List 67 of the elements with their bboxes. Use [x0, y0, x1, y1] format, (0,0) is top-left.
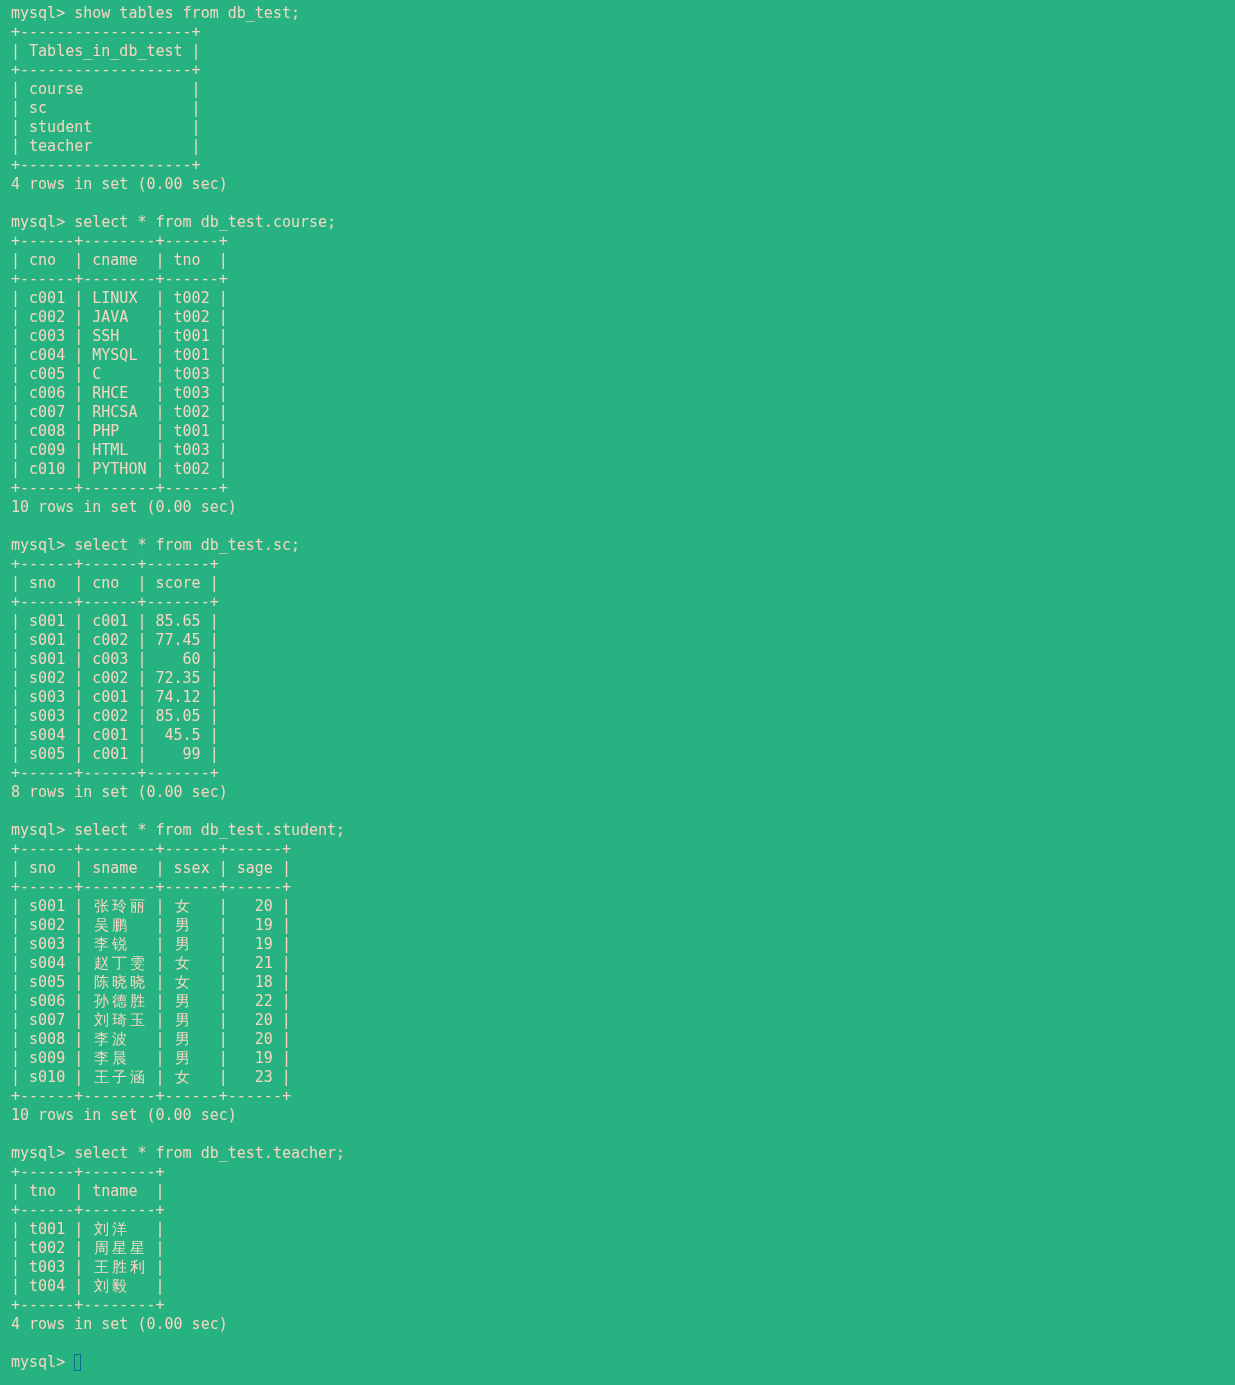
- output-line: | c005 | C | t003 |: [11, 365, 228, 384]
- output-line: | c006 | RHCE | t003 |: [11, 384, 228, 403]
- output-line: +------+--------+------+: [11, 270, 228, 289]
- output-line: +------+--------+: [11, 1296, 165, 1315]
- output-line: +------+--------+------+------+: [11, 878, 291, 897]
- output-line: | s001 | c001 | 85.65 |: [11, 612, 219, 631]
- output-line: 4 rows in set (0.00 sec): [11, 1315, 228, 1334]
- output-line: | s001 | c003 | 60 |: [11, 650, 219, 669]
- command-line: mysql> select * from db_test.course;: [11, 213, 337, 232]
- command-line: mysql> select * from db_test.sc;: [11, 536, 300, 555]
- output-line: | c001 | LINUX | t002 |: [11, 289, 228, 308]
- output-line: | s008 | 李波 | 男 | 20 |: [11, 1030, 291, 1049]
- output-line: | sno | cno | score |: [11, 574, 219, 593]
- output-line: +-------------------+: [11, 61, 201, 80]
- output-line: +------+--------+: [11, 1163, 165, 1182]
- output-line: 8 rows in set (0.00 sec): [11, 783, 228, 802]
- output-line: | course |: [11, 80, 201, 99]
- output-line: | Tables_in_db_test |: [11, 42, 201, 61]
- output-line: +------+------+-------+: [11, 555, 219, 574]
- output-line: | c004 | MYSQL | t001 |: [11, 346, 228, 365]
- command-line: mysql> select * from db_test.teacher;: [11, 1144, 346, 1163]
- output-line: +------+--------+: [11, 1201, 165, 1220]
- output-line: | teacher |: [11, 137, 201, 156]
- output-line: | student |: [11, 118, 201, 137]
- output-line: | s001 | c002 | 77.45 |: [11, 631, 219, 650]
- command-line: mysql>: [11, 1353, 66, 1372]
- output-line: | s002 | c002 | 72.35 |: [11, 669, 219, 688]
- output-line: 10 rows in set (0.00 sec): [11, 1106, 237, 1125]
- output-line: | c007 | RHCSA | t002 |: [11, 403, 228, 422]
- output-line: +------+--------+------+------+: [11, 840, 291, 859]
- output-line: | c008 | PHP | t001 |: [11, 422, 228, 441]
- output-line: | s003 | c001 | 74.12 |: [11, 688, 219, 707]
- output-line: | s005 | 陈晓晓 | 女 | 18 |: [11, 973, 291, 992]
- output-line: | s007 | 刘琦玉 | 男 | 20 |: [11, 1011, 291, 1030]
- output-line: | s004 | 赵丁雯 | 女 | 21 |: [11, 954, 291, 973]
- output-line: | sno | sname | ssex | sage |: [11, 859, 291, 878]
- output-line: 10 rows in set (0.00 sec): [11, 498, 237, 517]
- output-line: 4 rows in set (0.00 sec): [11, 175, 228, 194]
- output-line: | c010 | PYTHON | t002 |: [11, 460, 228, 479]
- output-line: | t002 | 周星星 |: [11, 1239, 165, 1258]
- output-line: | s004 | c001 | 45.5 |: [11, 726, 219, 745]
- output-line: | s001 | 张玲丽 | 女 | 20 |: [11, 897, 291, 916]
- output-line: | t003 | 王胜利 |: [11, 1258, 165, 1277]
- output-line: | c002 | JAVA | t002 |: [11, 308, 228, 327]
- output-line: +------+------+-------+: [11, 593, 219, 612]
- output-line: | s003 | 李锐 | 男 | 19 |: [11, 935, 291, 954]
- command-line: mysql> show tables from db_test;: [11, 4, 300, 23]
- output-line: +------+--------+------+: [11, 479, 228, 498]
- output-line: | s009 | 李晨 | 男 | 19 |: [11, 1049, 291, 1068]
- output-line: | t004 | 刘毅 |: [11, 1277, 165, 1296]
- output-line: | sc |: [11, 99, 201, 118]
- output-line: +------+--------+------+: [11, 232, 228, 251]
- output-line: | s005 | c001 | 99 |: [11, 745, 219, 764]
- output-line: | s010 | 王子涵 | 女 | 23 |: [11, 1068, 291, 1087]
- output-line: | s006 | 孙德胜 | 男 | 22 |: [11, 992, 291, 1011]
- output-line: | s003 | c002 | 85.05 |: [11, 707, 219, 726]
- output-line: | c003 | SSH | t001 |: [11, 327, 228, 346]
- output-line: | t001 | 刘洋 |: [11, 1220, 165, 1239]
- command-line: mysql> select * from db_test.student;: [11, 821, 346, 840]
- output-line: +-------------------+: [11, 156, 201, 175]
- output-line: | cno | cname | tno |: [11, 251, 228, 270]
- output-line: +------+--------+------+------+: [11, 1087, 291, 1106]
- output-line: +------+------+-------+: [11, 764, 219, 783]
- output-line: | tno | tname |: [11, 1182, 165, 1201]
- output-line: | c009 | HTML | t003 |: [11, 441, 228, 460]
- output-line: | s002 | 吴鹏 | 男 | 19 |: [11, 916, 291, 935]
- output-line: +-------------------+: [11, 23, 201, 42]
